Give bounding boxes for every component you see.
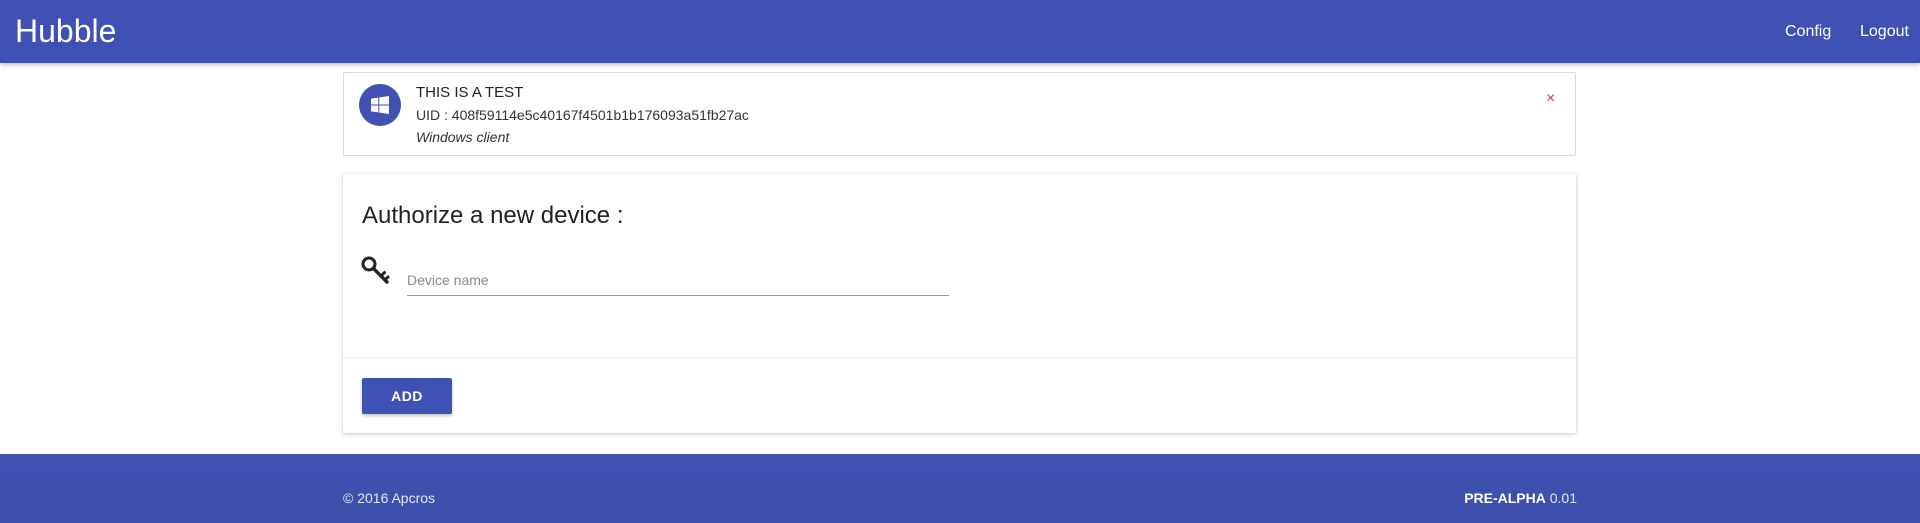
version-label: PRE-ALPHA: [1464, 490, 1546, 506]
top-app-bar: Hubble Config Logout: [0, 0, 1920, 63]
footer-copyright: © 2016 Apcros: [343, 490, 436, 506]
footer-version: PRE-ALPHA 0.01: [1464, 489, 1577, 507]
footer-top-band: [0, 454, 1920, 474]
authorize-title: Authorize a new device :: [362, 202, 624, 229]
device-card: THIS IS A TEST UID : 408f59114e5c40167f4…: [343, 72, 1576, 156]
device-avatar: [359, 84, 401, 126]
device-uid: UID : 408f59114e5c40167f4501b1b176093a51…: [416, 107, 749, 123]
footer-bottom-band: © 2016 Apcros PRE-ALPHA 0.01: [0, 474, 1920, 523]
device-name-input[interactable]: [407, 264, 949, 296]
device-type: Windows client: [416, 129, 510, 145]
key-icon: [361, 256, 391, 291]
add-device-button[interactable]: ADD: [362, 378, 452, 414]
remove-device-button[interactable]: ×: [1546, 90, 1555, 108]
device-name: THIS IS A TEST: [416, 84, 524, 101]
config-link[interactable]: Config: [1785, 22, 1831, 42]
logout-link[interactable]: Logout: [1860, 22, 1909, 42]
divider: [343, 357, 1576, 358]
app-title: Hubble: [15, 13, 117, 49]
authorize-device-card: Authorize a new device : ADD: [343, 174, 1576, 433]
version-number: 0.01: [1549, 490, 1577, 506]
